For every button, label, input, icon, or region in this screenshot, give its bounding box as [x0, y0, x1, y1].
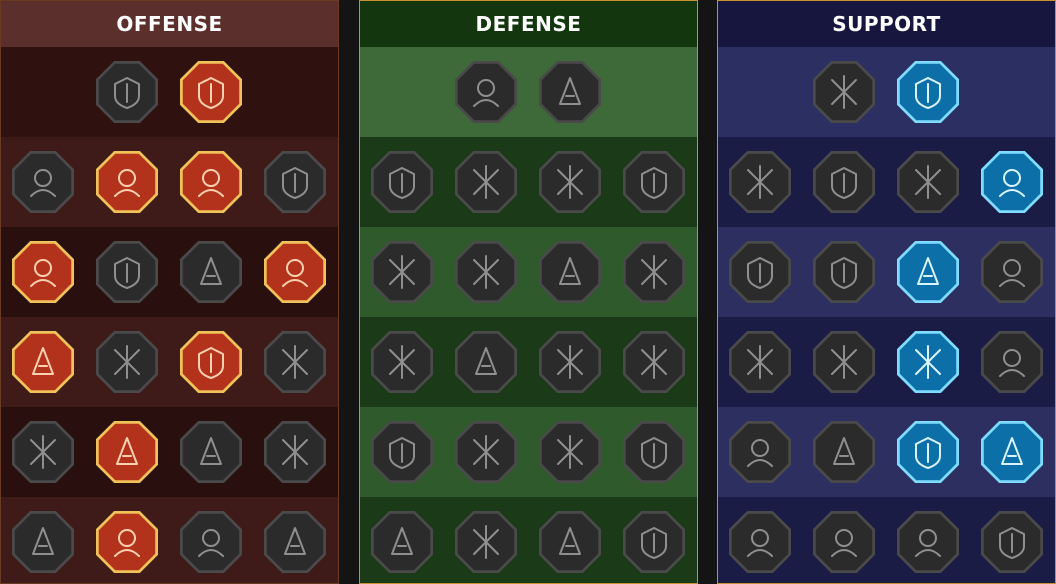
- support-node-glaring-eyes[interactable]: [980, 330, 1044, 394]
- defense-tier-row: [360, 47, 697, 137]
- support-node-comet[interactable]: [812, 330, 876, 394]
- offense-tier-row: [1, 137, 338, 227]
- offense-node-skull-cloak[interactable]: [179, 240, 243, 304]
- support-tier-row: [718, 497, 1055, 583]
- defense-node-winged-shield[interactable]: [454, 510, 518, 574]
- defense-node-bull-head[interactable]: [622, 330, 686, 394]
- defense-node-knight-shield[interactable]: [454, 240, 518, 304]
- support-panel: SUPPORT: [717, 0, 1056, 584]
- offense-node-slashing-arm[interactable]: [263, 240, 327, 304]
- defense-tier-row: [360, 227, 697, 317]
- defense-node-swirling-blade[interactable]: [622, 420, 686, 484]
- defense-node-golem[interactable]: [538, 150, 602, 214]
- offense-node-dripping-dagger[interactable]: [11, 330, 75, 394]
- defense-tier-row: [360, 137, 697, 227]
- support-node-praying-hands[interactable]: [728, 150, 792, 214]
- defense-node-flexing-figure[interactable]: [622, 510, 686, 574]
- defense-node-chevron-shield[interactable]: [370, 150, 434, 214]
- support-node-smoking-skull[interactable]: [896, 150, 960, 214]
- offense-node-arrow-pierced-figure[interactable]: [11, 240, 75, 304]
- support-node-chained-heart[interactable]: [728, 330, 792, 394]
- offense-node-battle-axe[interactable]: [179, 330, 243, 394]
- defense-node-guardian-pair[interactable]: [370, 240, 434, 304]
- support-tier-row: [718, 227, 1055, 317]
- offense-node-twin-skulls[interactable]: [95, 420, 159, 484]
- defense-node-radiant-skull[interactable]: [538, 420, 602, 484]
- defense-node-crowd[interactable]: [370, 330, 434, 394]
- support-node-broken-sword[interactable]: [980, 150, 1044, 214]
- offense-title: OFFENSE: [116, 12, 223, 36]
- support-node-lightning-bolt[interactable]: [812, 240, 876, 304]
- support-tier-row: [718, 317, 1055, 407]
- offense-node-shield-break[interactable]: [179, 150, 243, 214]
- support-node-winged-boot[interactable]: [812, 420, 876, 484]
- defense-node-heart-skull[interactable]: [538, 240, 602, 304]
- defense-node-spiked-guardian[interactable]: [370, 510, 434, 574]
- defense-node-grid: [360, 47, 697, 583]
- support-node-horned-skull[interactable]: [812, 510, 876, 574]
- offense-node-claw-slash[interactable]: [179, 60, 243, 124]
- offense-node-gauntlet-fist[interactable]: [95, 330, 159, 394]
- offense-node-chained-lightning[interactable]: [263, 330, 327, 394]
- support-node-crowned-fist[interactable]: [896, 510, 960, 574]
- support-node-eagle-head[interactable]: [980, 510, 1044, 574]
- support-node-arcane-orb[interactable]: [896, 60, 960, 124]
- offense-tier-row: [1, 497, 338, 583]
- defense-node-hooded-figure[interactable]: [622, 240, 686, 304]
- defense-node-spiked-shield[interactable]: [454, 420, 518, 484]
- offense-tier-row: [1, 317, 338, 407]
- offense-node-sword-in-circle[interactable]: [179, 420, 243, 484]
- support-tier-row: [718, 47, 1055, 137]
- offense-header: OFFENSE: [1, 1, 338, 47]
- support-node-shattered-lightning[interactable]: [896, 240, 960, 304]
- offense-node-horned-demon[interactable]: [11, 150, 75, 214]
- defense-tier-row: [360, 407, 697, 497]
- defense-node-hourglass-burst[interactable]: [454, 330, 518, 394]
- support-title: SUPPORT: [832, 12, 941, 36]
- support-node-healing-heart[interactable]: [812, 60, 876, 124]
- offense-node-bleeding-heart[interactable]: [263, 150, 327, 214]
- defense-title: DEFENSE: [475, 12, 582, 36]
- offense-node-lightning-warrior[interactable]: [263, 420, 327, 484]
- offense-node-grid: [1, 47, 338, 583]
- offense-tier-row: [1, 227, 338, 317]
- offense-node-sparkling-sword[interactable]: [11, 510, 75, 574]
- offense-node-impaled-skull[interactable]: [11, 420, 75, 484]
- support-node-glowing-figure[interactable]: [728, 240, 792, 304]
- support-node-poison-flask[interactable]: [728, 510, 792, 574]
- offense-node-horned-beast[interactable]: [179, 510, 243, 574]
- support-node-layered-shield[interactable]: [812, 150, 876, 214]
- defense-node-raised-fist[interactable]: [538, 60, 602, 124]
- support-node-open-book[interactable]: [896, 330, 960, 394]
- defense-node-crossed-blades[interactable]: [622, 150, 686, 214]
- offense-node-crossed-swords[interactable]: [95, 60, 159, 124]
- offense-node-fanged-maw[interactable]: [95, 240, 159, 304]
- support-node-twin-figures[interactable]: [980, 240, 1044, 304]
- defense-node-open-palm[interactable]: [538, 330, 602, 394]
- offense-node-flaming-helm[interactable]: [95, 510, 159, 574]
- support-node-grid: [718, 47, 1055, 583]
- offense-tier-row: [1, 407, 338, 497]
- defense-tier-row: [360, 317, 697, 407]
- offense-panel: OFFENSE: [0, 0, 339, 584]
- support-node-voodoo-doll[interactable]: [980, 420, 1044, 484]
- offense-node-arrow-strike[interactable]: [95, 150, 159, 214]
- support-tier-row: [718, 137, 1055, 227]
- defense-node-bearded-warrior[interactable]: [538, 510, 602, 574]
- support-tier-row: [718, 407, 1055, 497]
- defense-node-dashing-figure[interactable]: [370, 420, 434, 484]
- defense-header: DEFENSE: [360, 1, 697, 47]
- defense-panel: DEFENSE: [359, 0, 698, 584]
- support-header: SUPPORT: [718, 1, 1055, 47]
- offense-tier-row: [1, 47, 338, 137]
- offense-node-skull-totem[interactable]: [263, 510, 327, 574]
- defense-node-armored-heart[interactable]: [454, 150, 518, 214]
- support-node-compass-star[interactable]: [728, 420, 792, 484]
- support-node-all-seeing-eye[interactable]: [896, 420, 960, 484]
- defense-node-plated-armor[interactable]: [454, 60, 518, 124]
- defense-tier-row: [360, 497, 697, 583]
